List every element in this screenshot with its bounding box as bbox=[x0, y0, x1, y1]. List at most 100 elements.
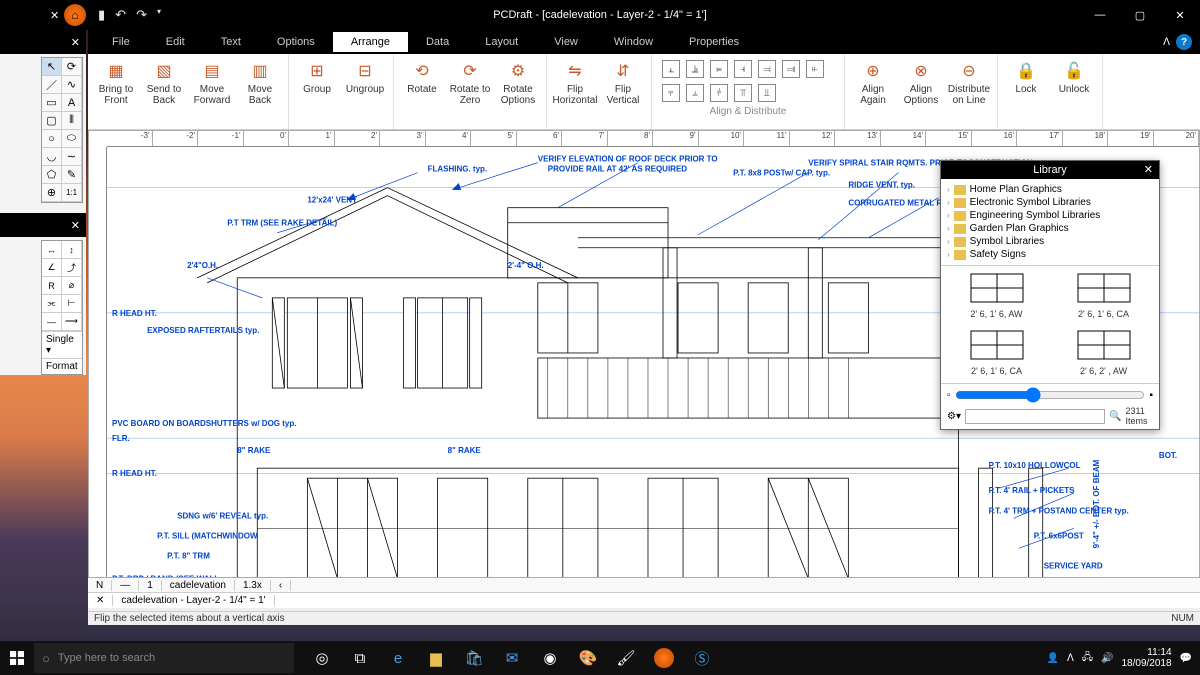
dim-radius[interactable]: R bbox=[42, 277, 62, 294]
library-thumb[interactable]: 2' 6, 2' , AW bbox=[1052, 327, 1155, 380]
start-button[interactable] bbox=[0, 641, 34, 675]
bring-to-front-button[interactable]: ▦Bring toFront bbox=[94, 58, 138, 106]
library-folder[interactable]: ›Safety Signs bbox=[947, 248, 1153, 261]
tool-text[interactable]: A bbox=[62, 94, 82, 112]
tool-polyline[interactable]: ∿ bbox=[62, 76, 82, 94]
zoom-out-button[interactable]: N bbox=[88, 580, 112, 591]
doc-name-tab[interactable]: cadelevation bbox=[162, 580, 235, 591]
align-bottom-icon[interactable]: ⫥ bbox=[782, 60, 800, 78]
help-button[interactable]: ? bbox=[1176, 34, 1192, 50]
library-close-icon[interactable]: ✕ bbox=[1144, 163, 1153, 176]
align-middle-icon[interactable]: ⫤ bbox=[758, 60, 776, 78]
dist-h-icon[interactable]: ⫦ bbox=[806, 60, 824, 78]
thumb-small-icon[interactable]: ▫ bbox=[947, 390, 951, 401]
taskview-icon[interactable]: ⧉ bbox=[342, 641, 378, 675]
close-button[interactable]: ✕ bbox=[1160, 0, 1200, 30]
flip-vertical-button[interactable]: ⇵FlipVertical bbox=[601, 58, 645, 106]
explorer-icon[interactable]: ▆ bbox=[418, 641, 454, 675]
tool-polygon[interactable]: ⬠ bbox=[42, 166, 62, 184]
ribbon-collapse-icon[interactable]: ᐱ bbox=[1163, 37, 1170, 48]
align-center-icon[interactable]: ⫡ bbox=[686, 60, 704, 78]
library-tree[interactable]: ›Home Plan Graphics›Electronic Symbol Li… bbox=[941, 179, 1159, 266]
library-folder[interactable]: ›Home Plan Graphics bbox=[947, 183, 1153, 196]
library-folder[interactable]: ›Engineering Symbol Libraries bbox=[947, 209, 1153, 222]
menu-properties[interactable]: Properties bbox=[671, 32, 757, 52]
menu-arrange[interactable]: Arrange bbox=[333, 32, 408, 52]
menu-layout[interactable]: Layout bbox=[467, 32, 536, 52]
edge-icon[interactable]: e bbox=[380, 641, 416, 675]
tool-circle[interactable]: ○ bbox=[42, 130, 62, 148]
minimize-button[interactable]: — bbox=[1080, 0, 1120, 30]
panel-close-icon[interactable]: ✕ bbox=[0, 9, 50, 22]
dim-style1[interactable]: — bbox=[42, 313, 62, 330]
zoom-fit-button[interactable]: — bbox=[112, 580, 139, 591]
zoom-in-button[interactable]: 1 bbox=[139, 580, 162, 591]
tray-notifications-icon[interactable]: 💬 bbox=[1180, 653, 1192, 664]
thumb-large-icon[interactable]: ▪ bbox=[1149, 390, 1153, 401]
zoom-level[interactable]: 1.3x bbox=[235, 580, 271, 591]
dist-sp-icon[interactable]: ⫨ bbox=[686, 84, 704, 102]
dim-mode-select[interactable]: Single ▾ bbox=[42, 331, 82, 358]
library-thumb[interactable]: 2' 6, 1' 6, CA bbox=[945, 327, 1048, 380]
dim-chain[interactable]: ⫘ bbox=[42, 295, 62, 312]
lock-button[interactable]: 🔒Lock bbox=[1004, 58, 1048, 95]
tray-up-icon[interactable]: ᐱ bbox=[1067, 653, 1074, 664]
tool-spline[interactable]: ∼ bbox=[62, 148, 82, 166]
align-top-icon[interactable]: ⫣ bbox=[734, 60, 752, 78]
library-folder[interactable]: ›Garden Plan Graphics bbox=[947, 222, 1153, 235]
dist-v-icon[interactable]: ⫧ bbox=[662, 84, 680, 102]
qat-redo-icon[interactable]: ↷ bbox=[136, 7, 147, 23]
layer-tab[interactable]: cadelevation - Layer-2 - 1/4" = 1' bbox=[113, 595, 274, 606]
menu-window[interactable]: Window bbox=[596, 32, 671, 52]
dim-diameter[interactable]: ⌀ bbox=[62, 277, 82, 294]
tool-round-rect[interactable]: ▢ bbox=[42, 112, 62, 130]
dim-angle[interactable]: ∠ bbox=[42, 259, 62, 276]
tool-dimension[interactable]: ⦀ bbox=[62, 112, 82, 130]
tab-close-icon[interactable]: ✕ bbox=[88, 595, 113, 606]
tray-people-icon[interactable]: 👤 bbox=[1047, 653, 1059, 664]
library-thumbnails[interactable]: 2' 6, 1' 6, AW2' 6, 1' 6, CA2' 6, 1' 6, … bbox=[941, 266, 1159, 383]
toolbox-close-icon[interactable]: ✕ bbox=[71, 36, 80, 49]
dist-c-icon[interactable]: ⫪ bbox=[734, 84, 752, 102]
library-thumb[interactable]: 2' 6, 1' 6, AW bbox=[945, 270, 1048, 323]
tool-rect[interactable]: ▭ bbox=[42, 94, 62, 112]
dist-eq-icon[interactable]: ⫩ bbox=[710, 84, 728, 102]
align-again-button[interactable]: ⊕AlignAgain bbox=[851, 58, 895, 106]
library-folder[interactable]: ›Symbol Libraries bbox=[947, 235, 1153, 248]
mail-icon[interactable]: ✉ bbox=[494, 641, 530, 675]
tool-freehand[interactable]: ✎ bbox=[62, 166, 82, 184]
ungroup-button[interactable]: ⊟Ungroup bbox=[343, 58, 387, 95]
taskbar-search[interactable]: ○ Type here to search bbox=[34, 643, 294, 673]
tool-rotate[interactable]: ⟳ bbox=[62, 58, 82, 76]
dist-e-icon[interactable]: ⫫ bbox=[758, 84, 776, 102]
distribute-line-button[interactable]: ⊖Distributeon Line bbox=[947, 58, 991, 106]
send-to-back-button[interactable]: ▧Send toBack bbox=[142, 58, 186, 106]
paint-icon[interactable]: 🎨 bbox=[570, 641, 606, 675]
menu-data[interactable]: Data bbox=[408, 32, 467, 52]
dim-panel-close-icon[interactable]: ✕ bbox=[71, 219, 80, 232]
tool-point[interactable]: ⊕ bbox=[42, 184, 62, 202]
dim-style2[interactable]: ⟶ bbox=[62, 313, 82, 330]
dim-leader[interactable]: ⤴ bbox=[62, 259, 82, 276]
tool-arc[interactable]: ◡ bbox=[42, 148, 62, 166]
unlock-button[interactable]: 🔓Unlock bbox=[1052, 58, 1096, 95]
tool-ellipse[interactable]: ⬭ bbox=[62, 130, 82, 148]
move-forward-button[interactable]: ▤MoveForward bbox=[190, 58, 234, 106]
library-folder[interactable]: ›Electronic Symbol Libraries bbox=[947, 196, 1153, 209]
pcdraft-icon[interactable] bbox=[646, 641, 682, 675]
dim-baseline[interactable]: ⊢ bbox=[62, 295, 82, 312]
align-left-icon[interactable]: ⫠ bbox=[662, 60, 680, 78]
tray-clock[interactable]: 11:14 18/09/2018 bbox=[1121, 647, 1171, 669]
tool-select[interactable]: ↖ bbox=[42, 58, 62, 76]
chrome-icon[interactable]: ◉ bbox=[532, 641, 568, 675]
align-right-icon[interactable]: ⫢ bbox=[710, 60, 728, 78]
search-icon[interactable]: 🔍 bbox=[1109, 411, 1121, 422]
rotate-button[interactable]: ⟲Rotate bbox=[400, 58, 444, 95]
dim-format-button[interactable]: Format bbox=[42, 358, 82, 374]
menu-view[interactable]: View bbox=[536, 32, 596, 52]
rotate-zero-button[interactable]: ⟳Rotate toZero bbox=[448, 58, 492, 106]
qat-save-icon[interactable]: ▮ bbox=[98, 7, 105, 23]
maximize-button[interactable]: ▢ bbox=[1120, 0, 1160, 30]
tray-network-icon[interactable]: 🖧 bbox=[1082, 650, 1093, 667]
move-back-button[interactable]: ▥MoveBack bbox=[238, 58, 282, 106]
